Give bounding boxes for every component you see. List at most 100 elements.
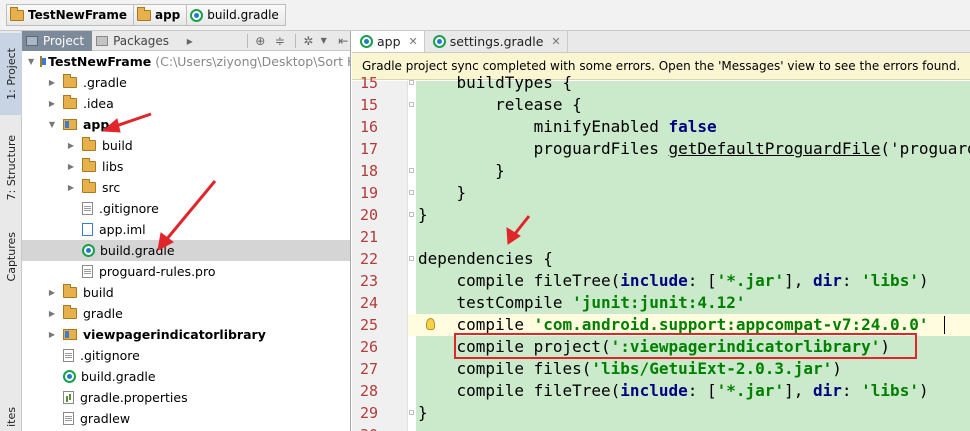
tree-item-gradle-properties[interactable]: ▶gradle.properties	[22, 387, 350, 408]
tree-item-gitignore[interactable]: ▶.gitignore	[22, 198, 350, 219]
line-number: 26	[359, 338, 378, 356]
collapse-arrow-icon[interactable]: ▶	[47, 330, 57, 339]
tree-item-testnewframe[interactable]: ▼ TestNewFrame (C:\Users\ziyong\Desktop\So…	[22, 51, 350, 72]
tree-item-gitignore[interactable]: ▶.gitignore	[22, 345, 350, 366]
gradle-file-icon	[190, 8, 204, 22]
tree-item-libs[interactable]: ▶ libs	[22, 156, 350, 177]
properties-file-icon	[63, 391, 74, 404]
tool-tab-project[interactable]: 1: Project	[0, 33, 22, 115]
module-folder-icon	[63, 119, 77, 130]
collapse-arrow-icon[interactable]: ▶	[47, 309, 57, 318]
fold-marker-icon[interactable]	[409, 80, 414, 85]
tree-item-gradle[interactable]: ▶ gradle	[22, 303, 350, 324]
expand-arrow-icon[interactable]: ▼	[28, 57, 34, 66]
editor-tab-app[interactable]: app ✕	[352, 31, 425, 52]
tool-tab-structure[interactable]: 7: Structure	[0, 123, 22, 213]
line-number-gutter: 15 15 16 17 18 19 20 21 22 23 24 25 26 27 28 29 30	[352, 74, 408, 431]
gear-icon[interactable]: ✲	[302, 34, 316, 48]
module-folder-icon	[63, 329, 77, 340]
close-icon[interactable]: ✕	[409, 35, 418, 48]
folder-icon	[63, 305, 77, 319]
fold-marker-icon[interactable]	[409, 190, 414, 195]
project-panel: Project Packages ▸ ⊕ ≑ ✲ ▼ ⇤ ▼ TestNewFra…	[22, 31, 351, 431]
tree-item-build[interactable]: ▶ build	[22, 135, 350, 156]
tree-item-app[interactable]: ▼ app	[22, 114, 350, 135]
view-dropdown-icon[interactable]: ▸	[183, 34, 197, 48]
code-editor[interactable]: 15 15 16 17 18 19 20 21 22 23 24 25 26 27 28 29 30 build…	[352, 73, 970, 431]
folder-icon	[10, 6, 24, 21]
tab-packages[interactable]: Packages	[92, 31, 177, 51]
fold-marker-icon[interactable]	[409, 410, 414, 415]
gradle-file-icon	[360, 35, 373, 48]
gradle-file-icon	[82, 244, 95, 257]
collapse-arrow-icon[interactable]: ▶	[47, 78, 57, 87]
code-line: compile files('libs/GetuiExt-2.0.3.jar')	[418, 359, 842, 378]
tab-project[interactable]: Project	[22, 31, 93, 51]
line-number: 19	[359, 184, 378, 202]
editor-tab-settings-gradle[interactable]: settings.gradle ✕	[425, 31, 568, 52]
tree-item-src[interactable]: ▶ src	[22, 177, 350, 198]
gradle-file-icon	[63, 370, 76, 383]
line-number: 27	[359, 360, 378, 378]
file-icon	[82, 265, 93, 278]
code-line: dependencies {	[418, 249, 553, 268]
close-icon[interactable]: ✕	[551, 35, 560, 48]
line-number: 24	[359, 294, 378, 312]
tree-item-build-gradle[interactable]: ▶build.gradle	[22, 366, 350, 387]
tree-item-proguard-rules-pro[interactable]: ▶proguard-rules.pro	[22, 261, 350, 282]
text-caret	[944, 316, 945, 334]
project-panel-toolbar: Project Packages ▸ ⊕ ≑ ✲ ▼ ⇤	[22, 31, 350, 51]
chevron-down-icon[interactable]: ▼	[317, 34, 331, 48]
collapse-all-icon[interactable]: ≑	[273, 34, 287, 48]
code-line: minifyEnabled false	[418, 117, 717, 136]
collapse-arrow-icon[interactable]: ▶	[47, 288, 57, 297]
line-number: 21	[359, 228, 378, 246]
tool-tab-captures[interactable]: Captures	[0, 221, 22, 293]
tree-item-gradlew[interactable]: ▶gradlew	[22, 408, 350, 429]
hide-panel-icon[interactable]: ⇤	[337, 34, 351, 48]
tree-item-label: .gitignore	[80, 348, 140, 363]
scroll-from-source-icon[interactable]: ⊕	[254, 34, 268, 48]
editor-area: app ✕ settings.gradle ✕ Gradle project s…	[352, 31, 970, 431]
tree-item-label: gradle.properties	[80, 390, 188, 405]
folder-icon	[63, 95, 77, 109]
toolbar-divider	[294, 33, 296, 48]
tree-item-build[interactable]: ▶ build	[22, 282, 350, 303]
breadcrumb-item-app[interactable]: app	[133, 4, 188, 26]
collapse-arrow-icon[interactable]: ▶	[66, 141, 76, 150]
tree-item-build-gradle[interactable]: ▶build.gradle	[22, 240, 350, 261]
tree-item-viewpagerindicatorlibrary[interactable]: ▶ viewpagerindicatorlibrary	[22, 324, 350, 345]
collapse-arrow-icon[interactable]: ▶	[66, 162, 76, 171]
collapse-arrow-icon[interactable]: ▶	[47, 99, 57, 108]
line-number: 15	[359, 96, 378, 114]
fold-marker-icon[interactable]	[409, 102, 414, 107]
fold-marker-icon[interactable]	[409, 256, 414, 261]
line-number: 17	[359, 140, 378, 158]
tree-item-gradle[interactable]: ▶ .gradle	[22, 72, 350, 93]
tool-tab-favorites[interactable]: ites	[0, 403, 22, 431]
tree-item-label: .gradle	[83, 75, 127, 90]
module-folder-icon	[136, 6, 151, 21]
tree-item-app-iml[interactable]: ▶app.iml	[22, 219, 350, 240]
line-number: 23	[359, 272, 378, 290]
code-line: compile fileTree(include: ['*.jar'], dir…	[418, 381, 929, 400]
tree-item-idea[interactable]: ▶ .idea	[22, 93, 350, 114]
line-number: 28	[359, 382, 378, 400]
line-number: 20	[359, 206, 378, 224]
breadcrumb-item-testnewframe[interactable]: TestNewFrame	[6, 4, 134, 26]
breadcrumb-item-build-gradle[interactable]: build.gradle	[187, 4, 286, 26]
line-number: 30	[352, 424, 378, 431]
line-number: 25	[359, 316, 378, 334]
folder-icon	[63, 284, 77, 298]
tree-item-label: build.gradle	[100, 243, 175, 258]
tree-item-label: build.gradle	[81, 369, 156, 384]
line-number: 16	[359, 118, 378, 136]
collapse-arrow-icon[interactable]: ▶	[66, 183, 76, 192]
tree-item-label: proguard-rules.pro	[99, 264, 216, 279]
fold-marker-icon[interactable]	[409, 168, 414, 173]
file-icon	[63, 412, 74, 425]
fold-marker-icon[interactable]	[409, 212, 414, 217]
expand-arrow-icon[interactable]: ▼	[47, 120, 57, 129]
project-path: (C:\Users\ziyong\Desktop\Sort Ki	[155, 54, 351, 69]
tree-item-label: viewpagerindicatorlibrary	[83, 327, 266, 342]
